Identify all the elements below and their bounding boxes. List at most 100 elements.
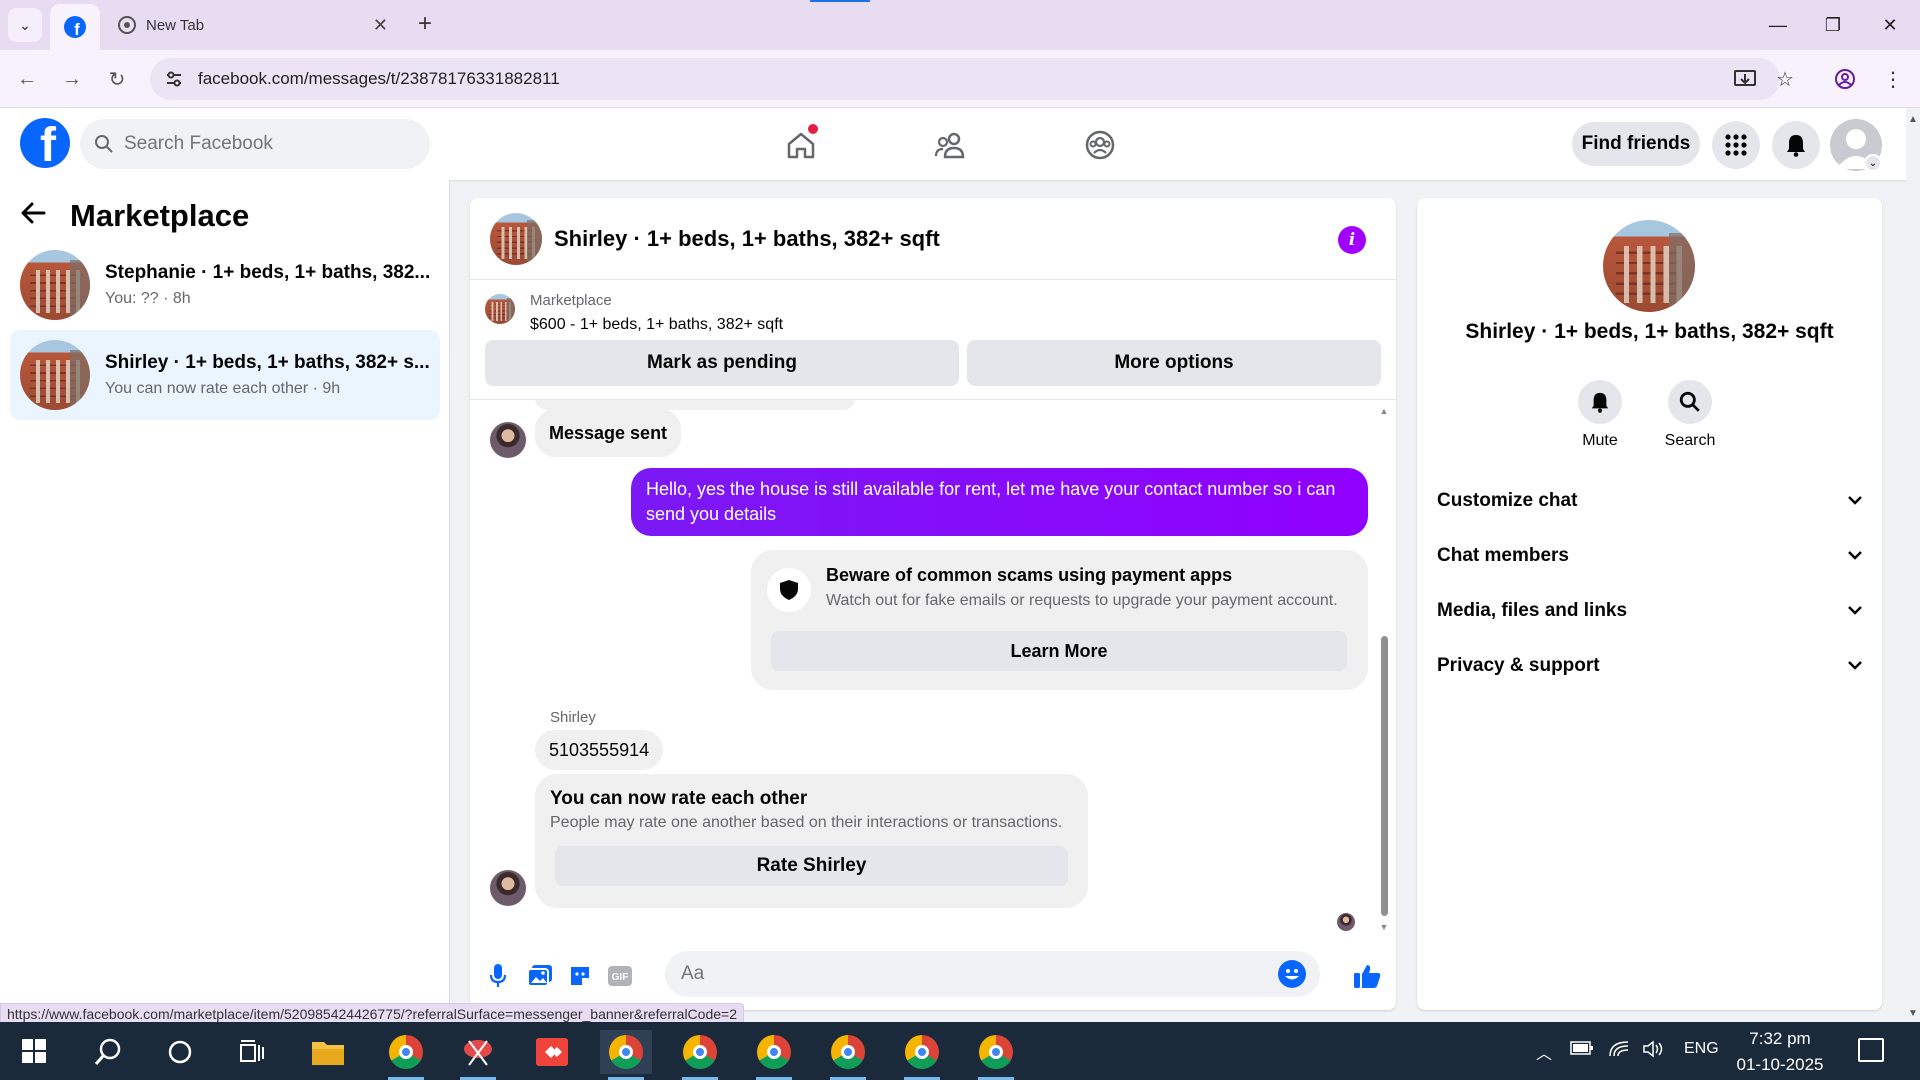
home-nav-icon[interactable] [776,120,826,170]
task-view-icon[interactable] [226,1030,278,1074]
chrome-taskbar-icon-7[interactable] [970,1030,1022,1080]
emoji-icon[interactable] [1278,960,1306,988]
microphone-icon[interactable] [484,962,512,990]
banner-price[interactable]: $600 - 1+ beds, 1+ baths, 382+ sqft [530,316,783,334]
search-action[interactable]: Search [1650,380,1730,450]
close-window-button[interactable]: ✕ [1870,10,1910,40]
file-explorer-icon[interactable] [302,1030,354,1074]
tab-title: New Tab [146,16,205,34]
taskbar-clock[interactable]: 7:32 pm 01-10-2025 [1735,1026,1825,1078]
conversation-item-stephanie[interactable]: Stephanie · 1+ beds, 1+ baths, 382... Yo… [10,240,440,330]
chrome-taskbar-icon-4[interactable] [748,1030,800,1080]
privacy-support-row[interactable]: Privacy & support [1437,644,1862,688]
action-center-icon[interactable] [1858,1038,1884,1062]
customize-chat-row[interactable]: Customize chat [1437,479,1862,523]
facebook-logo-icon[interactable]: f [20,118,70,168]
bookmark-star-icon[interactable]: ☆ [1768,62,1802,96]
info-avatar[interactable] [1603,220,1695,312]
rate-shirley-button[interactable]: Rate Shirley [555,846,1068,886]
reload-button[interactable]: ↻ [100,62,134,96]
conversation-item-shirley[interactable]: Shirley · 1+ beds, 1+ baths, 382+ s... Y… [10,330,440,420]
close-tab-icon[interactable]: ✕ [373,15,388,36]
mute-action[interactable]: Mute [1560,380,1640,450]
chevron-down-icon [1848,548,1862,564]
friends-nav-icon[interactable] [926,120,976,170]
wifi-icon[interactable] [1608,1040,1630,1063]
scrollbar-thumb[interactable] [1381,636,1388,916]
anydesk-icon[interactable] [526,1030,578,1074]
minimize-button[interactable]: — [1758,10,1798,40]
more-options-button[interactable]: More options [967,340,1381,386]
install-app-icon[interactable] [1728,62,1762,96]
new-tab[interactable]: New Tab ✕ [108,8,398,42]
chrome-taskbar-icon-2[interactable] [600,1030,652,1080]
forward-button[interactable]: → [55,62,89,96]
omnibox[interactable]: facebook.com/messages/t/2387817633188281… [150,58,1780,100]
chrome-taskbar-icon-1[interactable] [380,1030,432,1080]
section-label: Media, files and links [1437,600,1628,621]
search-icon[interactable] [82,1030,134,1074]
banner-thumbnail[interactable] [485,294,515,324]
restore-button[interactable]: ❐ [1813,10,1853,40]
battery-icon[interactable] [1570,1040,1594,1061]
scroll-up-arrow-icon[interactable]: ▲ [1379,406,1389,416]
search-input[interactable] [124,133,404,155]
page-scroll-down-icon[interactable]: ▼ [1908,1008,1918,1019]
browser-menu-icon[interactable]: ⋮ [1876,62,1910,96]
sticker-icon[interactable] [566,962,594,990]
gif-icon[interactable]: GIF [606,962,634,990]
chat-title[interactable]: Shirley · 1+ beds, 1+ baths, 382+ sqft [554,226,940,252]
groups-nav-icon[interactable] [1075,120,1125,170]
find-friends-button[interactable]: Find friends [1572,122,1700,166]
photo-icon[interactable] [526,962,554,990]
chrome-taskbar-icon-5[interactable] [822,1030,874,1080]
chat-members-row[interactable]: Chat members [1437,534,1862,578]
clock-date: 01-10-2025 [1736,1055,1824,1074]
message-input[interactable] [681,963,1241,985]
menu-grid-icon[interactable] [1712,121,1760,169]
page-scrollbar[interactable]: ▲ ▼ [1906,108,1920,1022]
chrome-taskbar-icon-6[interactable] [896,1030,948,1080]
thumbs-up-icon[interactable] [1353,962,1381,990]
chat-avatar[interactable] [490,212,542,265]
message-scrollbar[interactable]: ▲ ▼ [1379,406,1389,936]
facebook-header: f Find friends ⌄ [0,108,1906,180]
message-list: Message sent Hello, yes the house is sti… [470,400,1396,940]
conversation-sidebar: Marketplace Stephanie · 1+ beds, 1+ bath… [0,180,450,1010]
new-tab-button[interactable]: + [410,9,440,39]
back-button[interactable]: ← [10,62,44,96]
back-arrow-icon[interactable] [20,199,60,233]
chrome-favicon-icon [118,16,136,34]
site-info-icon[interactable] [162,67,186,91]
profile-icon[interactable] [1828,62,1862,96]
home-notification-dot [808,124,818,134]
bell-icon[interactable] [1578,380,1622,424]
snipping-tool-icon[interactable] [452,1030,504,1080]
page-scroll-up-icon[interactable]: ▲ [1908,114,1918,125]
show-hidden-icons-icon[interactable]: ︿ [1536,1040,1552,1064]
tab-search-button[interactable]: ⌄ [8,8,42,42]
facebook-search[interactable] [80,119,430,169]
chrome-taskbar-icon-3[interactable] [674,1030,726,1080]
conversation-name: Shirley · 1+ beds, 1+ baths, 382+ s... [105,352,430,373]
search-icon[interactable] [1668,380,1712,424]
sender-avatar[interactable] [490,422,526,458]
cortana-icon[interactable] [154,1030,206,1074]
notifications-bell-icon[interactable] [1772,121,1820,169]
sidebar-title: Marketplace [70,198,250,233]
learn-more-button[interactable]: Learn More [771,631,1347,671]
account-chevron-icon[interactable]: ⌄ [1864,154,1882,172]
read-receipt-avatar [1337,913,1355,931]
url-text[interactable]: facebook.com/messages/t/2387817633188281… [198,69,560,89]
conversation-info-icon[interactable]: i [1338,226,1366,254]
chevron-down-icon [1848,658,1862,674]
windows-start-icon[interactable] [22,1039,46,1063]
message-input-box[interactable] [665,951,1320,997]
scroll-down-arrow-icon[interactable]: ▼ [1379,922,1389,932]
facebook-tab[interactable]: f [50,4,100,50]
media-files-links-row[interactable]: Media, files and links [1437,589,1862,633]
sender-avatar[interactable] [490,870,526,906]
language-indicator[interactable]: ENG [1684,1040,1719,1058]
mark-as-pending-button[interactable]: Mark as pending [485,340,959,386]
volume-icon[interactable] [1642,1040,1666,1063]
